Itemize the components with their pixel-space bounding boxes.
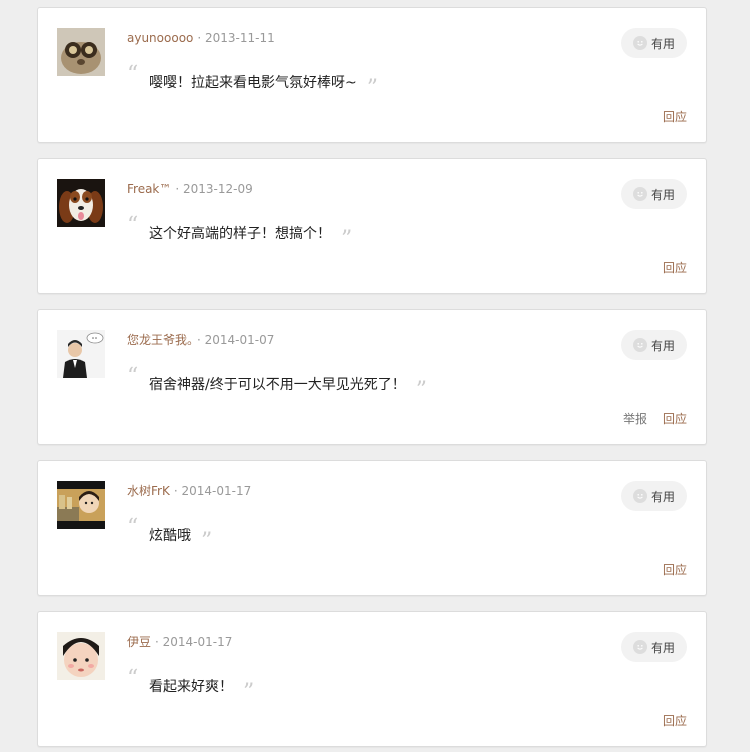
comment-date: · 2014-01-17: [173, 484, 252, 498]
open-quote-icon: “: [127, 213, 139, 238]
close-quote-icon: ”: [415, 378, 427, 403]
avatar[interactable]: [57, 179, 105, 227]
comment-content: 嘤嘤！拉起来看电影气氛好棒呀~: [149, 75, 357, 91]
smile-icon: [632, 640, 647, 654]
comment-content: 宿舍神器/终于可以不用一大早见光死了！: [149, 377, 406, 393]
comment-text: 炫酷哦 ”: [149, 523, 212, 553]
open-quote-icon: “: [127, 364, 139, 389]
open-quote-icon: “: [127, 666, 139, 691]
useful-button[interactable]: 有用: [621, 330, 687, 360]
useful-label: 有用: [650, 640, 675, 655]
close-quote-icon: ”: [201, 529, 213, 554]
avatar[interactable]: [57, 330, 105, 378]
kid-avatar-icon: [57, 632, 105, 680]
comment-date: · 2013-11-11: [197, 31, 275, 45]
comment-meta: 伊豆 · 2014-01-17: [127, 634, 232, 650]
comment-date: · 2014-01-07: [197, 333, 275, 347]
comment-text: 看起来好爽！ ”: [149, 674, 254, 704]
username-link[interactable]: Freak™: [127, 182, 171, 196]
comment-actions: 回应: [647, 561, 687, 578]
lemur-avatar-icon: [57, 28, 105, 76]
close-quote-icon: ”: [366, 76, 378, 101]
avatar[interactable]: [57, 28, 105, 76]
reply-link[interactable]: 回应: [663, 412, 687, 426]
useful-button[interactable]: 有用: [621, 179, 687, 209]
comment-card: 水树FrK · 2014-01-17 有用 “ 炫酷哦 ” 回应: [37, 460, 707, 596]
comment-actions: 回应: [647, 259, 687, 276]
suit-man-avatar-icon: [57, 330, 105, 378]
comment-card: 您龙王爷我。 · 2014-01-07 有用 “ 宿舍神器/终于可以不用一大早见光…: [37, 309, 707, 445]
comment-meta: ayunooooo · 2013-11-11: [127, 30, 275, 46]
comment-meta: 水树FrK · 2014-01-17: [127, 483, 251, 499]
smile-icon: [632, 338, 647, 352]
comment-text: 宿舍神器/终于可以不用一大早见光死了！ ”: [149, 372, 427, 402]
comment-card: Freak™ · 2013-12-09 有用 “ 这个好高端的样子！想搞个！ ” 回…: [37, 158, 707, 294]
comment-card: ayunooooo · 2013-11-11 有用 “ 嘤嘤！拉起来看电影气氛好棒…: [37, 7, 707, 143]
comment-meta: 您龙王爷我。 · 2014-01-07: [127, 332, 274, 348]
comment-date: · 2014-01-17: [155, 635, 233, 649]
comment-text: 嘤嘤！拉起来看电影气氛好棒呀~ ”: [149, 70, 378, 100]
reply-link[interactable]: 回应: [663, 714, 687, 728]
comment-text: 这个好高端的样子！想搞个！ ”: [149, 221, 352, 251]
report-link[interactable]: 举报: [623, 412, 647, 426]
close-quote-icon: ”: [243, 680, 255, 705]
reply-link[interactable]: 回应: [663, 563, 687, 577]
comment-actions: 举报 回应: [607, 410, 687, 427]
useful-button[interactable]: 有用: [621, 481, 687, 511]
smile-icon: [632, 489, 647, 503]
comment-content: 炫酷哦: [149, 528, 191, 544]
comment-content: 这个好高端的样子！想搞个！: [149, 226, 331, 242]
username-link[interactable]: 您龙王爷我。: [127, 333, 193, 347]
comment-actions: 回应: [647, 712, 687, 729]
username-link[interactable]: ayunooooo: [127, 31, 193, 45]
comment-meta: Freak™ · 2013-12-09: [127, 181, 253, 197]
avatar[interactable]: [57, 481, 105, 529]
useful-label: 有用: [650, 187, 675, 202]
close-quote-icon: ”: [341, 227, 353, 252]
comment-actions: 回应: [647, 108, 687, 125]
comment-content: 看起来好爽！: [149, 679, 233, 695]
reply-link[interactable]: 回应: [663, 261, 687, 275]
open-quote-icon: “: [127, 515, 139, 540]
child-avatar-icon: [57, 481, 105, 529]
useful-label: 有用: [650, 338, 675, 353]
useful-label: 有用: [650, 36, 675, 51]
useful-label: 有用: [650, 489, 675, 504]
reply-link[interactable]: 回应: [663, 110, 687, 124]
comment-card: 伊豆 · 2014-01-17 有用 “ 看起来好爽！ ” 回应: [37, 611, 707, 747]
smile-icon: [632, 187, 647, 201]
open-quote-icon: “: [127, 62, 139, 87]
username-link[interactable]: 水树FrK: [127, 484, 170, 498]
avatar[interactable]: [57, 632, 105, 680]
useful-button[interactable]: 有用: [621, 632, 687, 662]
comment-date: · 2013-12-09: [175, 182, 253, 196]
dog-avatar-icon: [57, 179, 105, 227]
username-link[interactable]: 伊豆: [127, 635, 151, 649]
useful-button[interactable]: 有用: [621, 28, 687, 58]
smile-icon: [632, 36, 647, 50]
